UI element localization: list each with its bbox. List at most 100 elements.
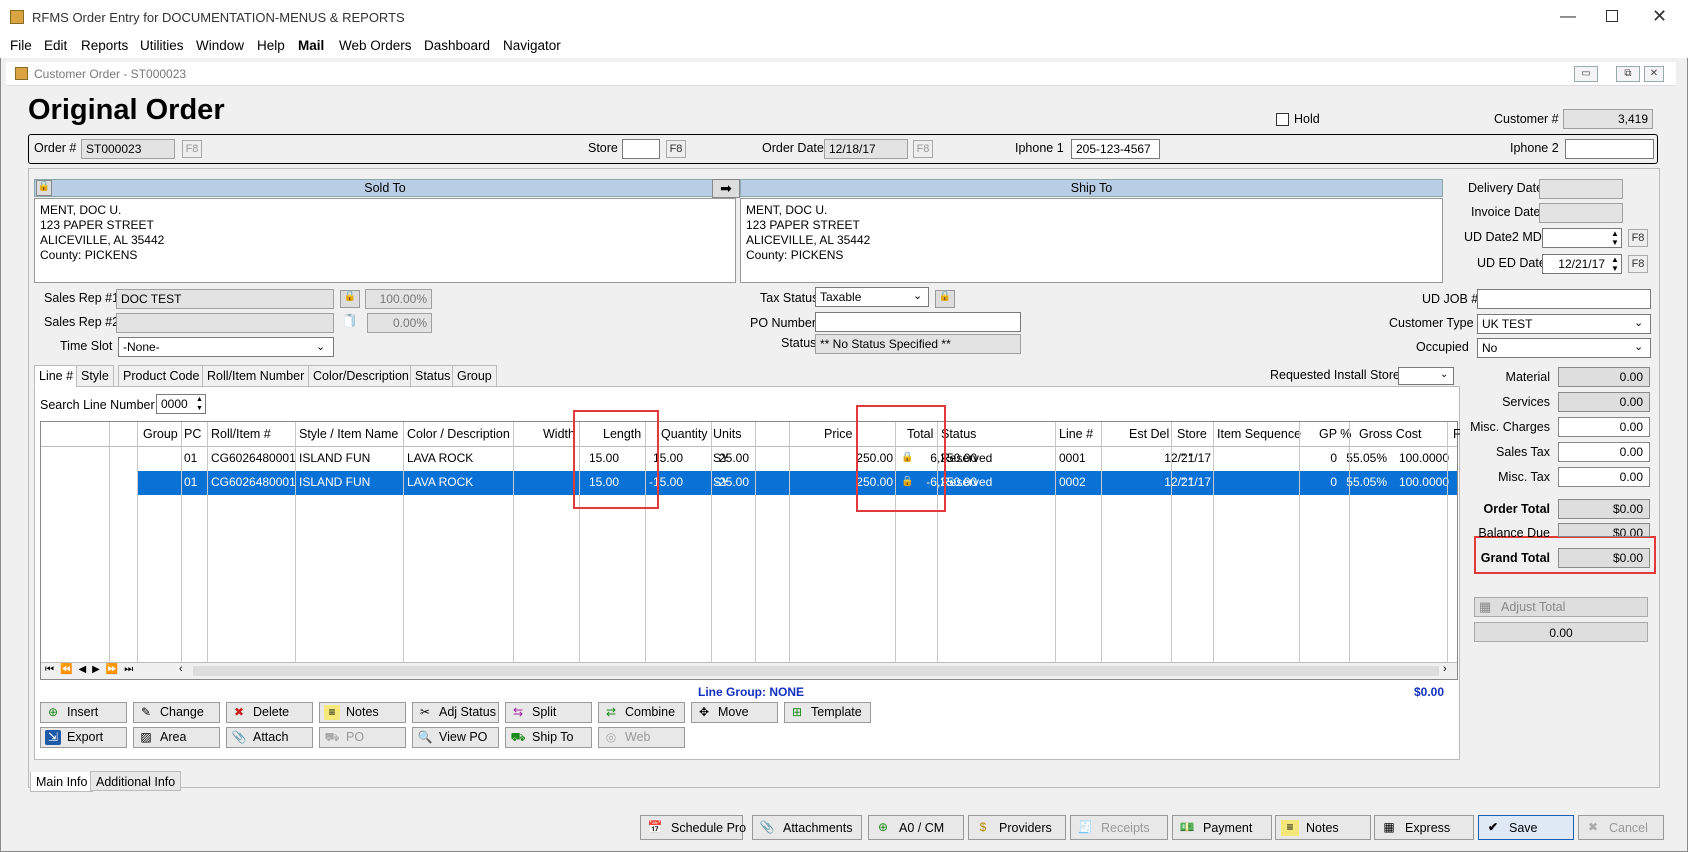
rep2-roll-icon[interactable]: 🧻	[340, 313, 360, 331]
change-button[interactable]: ✎ Change	[133, 702, 220, 723]
split-button[interactable]: ⇆ Split	[505, 702, 592, 723]
child-minimize-icon[interactable]: ▭	[1574, 66, 1598, 82]
schedule-pro-button[interactable]: 📅 Schedule Pro	[640, 815, 746, 840]
col-color-header[interactable]: Color / Description	[407, 422, 510, 447]
menu-utilities[interactable]: Utilities	[140, 38, 184, 53]
export-button[interactable]: ⇲ Export	[40, 727, 127, 748]
tab-style[interactable]: Style	[76, 365, 114, 387]
chevron-down-icon[interactable]: ⌄	[913, 289, 922, 302]
lock-icon[interactable]: 🔒	[36, 180, 52, 196]
menu-mail[interactable]: Mail	[298, 38, 324, 53]
notes-button[interactable]: ≡ Notes	[319, 702, 406, 723]
col-price-header[interactable]: Price	[824, 422, 852, 447]
col-style-header[interactable]: Style / Item Name	[299, 422, 398, 447]
chevron-down-icon[interactable]: ⌄	[1634, 340, 1643, 353]
col-status-header[interactable]: Status	[941, 422, 976, 447]
ud-ed-date-field[interactable]: 12/21/17	[1542, 254, 1622, 274]
scroll-right-icon[interactable]: ›	[1443, 663, 1447, 675]
scroll-left-icon[interactable]: ‹	[179, 663, 183, 675]
menu-web-orders[interactable]: Web Orders	[339, 38, 412, 53]
time-slot-select[interactable]: -None-	[118, 337, 334, 357]
col-quantity-header[interactable]: Quantity	[661, 422, 708, 447]
col-group-header[interactable]: Group	[143, 422, 178, 447]
search-spinner[interactable]: ▲ ▼	[196, 395, 203, 413]
scroll-track[interactable]	[193, 666, 1439, 676]
col-store-header[interactable]: Store	[1177, 422, 1207, 447]
iphone1-field[interactable]: 205-123-4567	[1071, 139, 1160, 159]
child-restore-icon[interactable]: ⧉	[1616, 66, 1640, 82]
col-estdel-header[interactable]: Est Del	[1129, 422, 1169, 447]
tab-product-code[interactable]: Product Code	[118, 365, 205, 387]
move-button[interactable]: ✥ Move	[691, 702, 778, 723]
menu-file[interactable]: File	[10, 38, 32, 53]
ship-to-button[interactable]: ⛟ Ship To	[505, 727, 592, 748]
po-button[interactable]: ⛟ PO	[319, 727, 406, 748]
view-po-button[interactable]: 🔍 View PO	[412, 727, 499, 748]
ud-date2-field[interactable]	[1542, 228, 1622, 248]
ud-ed-date-f8-button[interactable]: F8	[1628, 255, 1648, 273]
col-seq-header[interactable]: Item Sequence	[1217, 422, 1301, 447]
close-icon[interactable]: ✕	[1652, 6, 1667, 27]
order-f8-button[interactable]: F8	[182, 140, 202, 158]
po-number-field[interactable]	[815, 312, 1021, 332]
tab-line-number[interactable]: Line #	[34, 365, 79, 387]
store-field[interactable]	[622, 139, 660, 159]
hold-checkbox[interactable]	[1276, 113, 1289, 126]
cancel-button[interactable]: ✖ Cancel	[1578, 815, 1664, 840]
record-nav-icons[interactable]: ⏮⏪◀▶⏩⏭	[45, 664, 139, 675]
tab-main-info[interactable]: Main Info	[30, 772, 94, 792]
ud-ed-date-spinner[interactable]: ▲ ▼	[1611, 255, 1619, 273]
order-date-f8-button[interactable]: F8	[913, 140, 933, 158]
chevron-down-icon[interactable]: ⌄	[316, 340, 325, 353]
web-button[interactable]: ◎ Web	[598, 727, 685, 748]
attachments-button[interactable]: 📎 Attachments	[752, 815, 862, 840]
delete-button[interactable]: ✖ Delete	[226, 702, 313, 723]
col-line-header[interactable]: Line #	[1059, 422, 1093, 447]
minimize-icon[interactable]: —	[1560, 8, 1576, 26]
chevron-down-icon[interactable]: ⌄	[1634, 316, 1643, 329]
ao-cm-button[interactable]: ⊕ A0 / CM	[868, 815, 964, 840]
ship-to-address[interactable]: MENT, DOC U. 123 PAPER STREET ALICEVILLE…	[740, 198, 1443, 283]
menu-edit[interactable]: Edit	[44, 38, 67, 53]
template-button[interactable]: ⊞ Template	[784, 702, 871, 723]
express-button[interactable]: ▦ Express	[1374, 815, 1474, 840]
area-button[interactable]: ▨ Area	[133, 727, 220, 748]
col-pc-header[interactable]: PC	[184, 422, 201, 447]
tab-status[interactable]: Status	[410, 365, 456, 387]
col-roll-header[interactable]: Roll/Item #	[211, 422, 271, 447]
payment-button[interactable]: 💵 Payment	[1172, 815, 1272, 840]
sold-to-address[interactable]: MENT, DOC U. 123 PAPER STREET ALICEVILLE…	[34, 198, 736, 283]
rep1-lock-icon[interactable]: 🔒	[340, 290, 360, 308]
tax-lock-icon[interactable]: 🔒	[935, 290, 955, 308]
misc-tax-value[interactable]: 0.00	[1558, 467, 1650, 487]
maximize-icon[interactable]	[1606, 10, 1618, 22]
col-units-header[interactable]: Units	[713, 422, 741, 447]
misc-charges-value[interactable]: 0.00	[1558, 417, 1650, 437]
store-f8-button[interactable]: F8	[666, 140, 686, 158]
ud-date2-spinner[interactable]: ▲ ▼	[1611, 229, 1619, 247]
tax-status-select[interactable]: Taxable	[815, 287, 929, 307]
menu-reports[interactable]: Reports	[81, 38, 128, 53]
receipts-button[interactable]: 🧾 Receipts	[1070, 815, 1168, 840]
attach-button[interactable]: 📎 Attach	[226, 727, 313, 748]
tab-roll-item-number[interactable]: Roll/Item Number	[202, 365, 310, 387]
adjust-total-button[interactable]: ▦ Adjust Total	[1474, 597, 1648, 617]
menu-help[interactable]: Help	[257, 38, 285, 53]
insert-button[interactable]: ⊕ Insert	[40, 702, 127, 723]
table-row[interactable]: 01 CG6026480001 ISLAND FUN LAVA ROCK 15.…	[41, 447, 1459, 471]
sales-tax-value[interactable]: 0.00	[1558, 442, 1650, 462]
menu-dashboard[interactable]: Dashboard	[424, 38, 490, 53]
table-row[interactable]: 01 CG6026480001 ISLAND FUN LAVA ROCK 15.…	[41, 471, 1459, 495]
providers-button[interactable]: $ Providers	[968, 815, 1066, 840]
tab-group[interactable]: Group	[452, 365, 497, 387]
menu-window[interactable]: Window	[196, 38, 244, 53]
tab-color-description[interactable]: Color/Description	[308, 365, 414, 387]
occupied-select[interactable]: No	[1477, 338, 1651, 358]
footer-notes-button[interactable]: ≡ Notes	[1275, 815, 1371, 840]
col-cost-header[interactable]: Gross Cost	[1359, 422, 1422, 447]
child-close-icon[interactable]: ✕	[1644, 66, 1664, 82]
grid-scrollbar[interactable]: ⏮⏪◀▶⏩⏭ ‹ ›	[41, 662, 1457, 679]
copy-arrow-icon[interactable]: ➡	[712, 179, 740, 198]
col-gp-header[interactable]: GP %	[1319, 422, 1351, 447]
tab-additional-info[interactable]: Additional Info	[90, 771, 182, 791]
